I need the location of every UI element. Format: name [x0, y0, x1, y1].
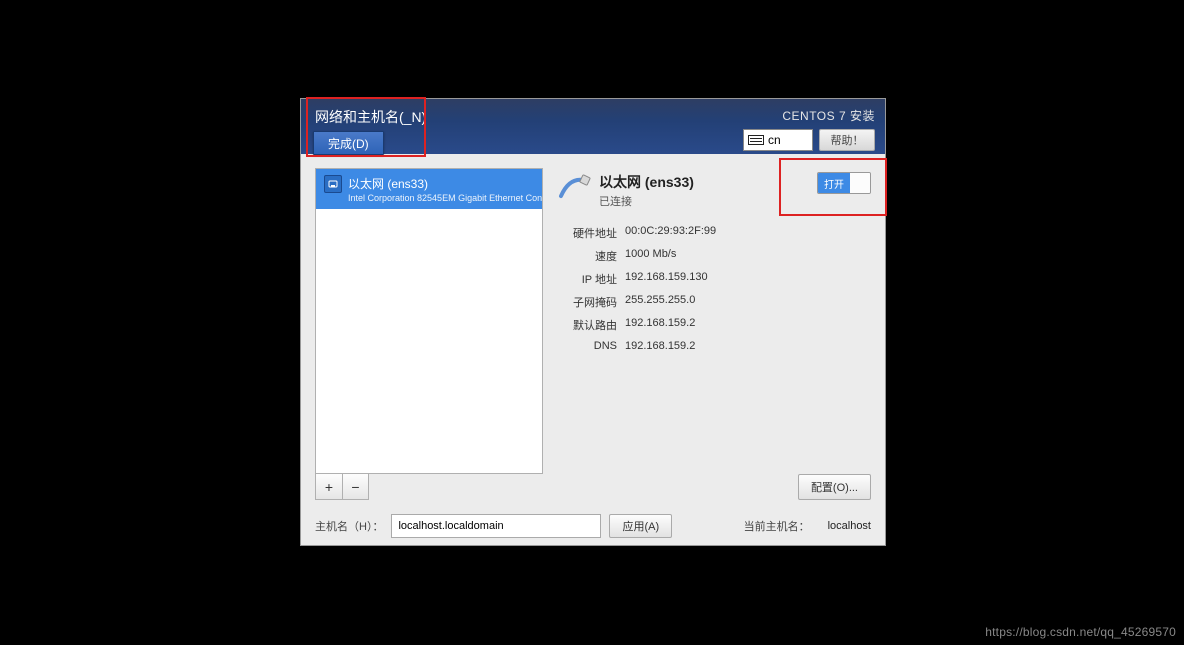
footer-bar: 主机名（H）： 应用(A) 当前主机名： localhost — [301, 500, 885, 552]
hostname-input[interactable] — [391, 514, 601, 538]
info-value: 192.168.159.2 — [625, 340, 871, 352]
info-label: 默认路由 — [557, 317, 617, 333]
info-value: 192.168.159.2 — [625, 317, 871, 333]
current-hostname-label: 当前主机名： — [744, 518, 810, 534]
nic-list-item[interactable]: 以太网 (ens33) Intel Corporation 82545EM Gi… — [316, 169, 542, 209]
current-hostname-value: localhost — [828, 520, 871, 532]
header-right: CENTOS 7 安装 cn 帮助！ — [743, 105, 875, 154]
header-bar: 网络和主机名(_N) 完成(D) CENTOS 7 安装 cn 帮助！ — [301, 99, 885, 154]
detail-title: 以太网 (ens33) — [599, 172, 694, 192]
hostname-label: 主机名（H）： — [315, 518, 383, 534]
watermark-text: https://blog.csdn.net/qq_45269570 — [985, 625, 1176, 639]
detail-header-text: 以太网 (ens33) 已连接 — [599, 172, 694, 209]
ethernet-icon — [324, 175, 342, 193]
nic-list-panel: 以太网 (ens33) Intel Corporation 82545EM Gi… — [315, 168, 543, 500]
nic-item-text: 以太网 (ens33) Intel Corporation 82545EM Gi… — [348, 175, 543, 203]
info-value: 00:0C:29:93:2F:99 — [625, 225, 871, 241]
configure-button[interactable]: 配置(O)... — [798, 474, 871, 500]
header-left: 网络和主机名(_N) 完成(D) — [311, 105, 426, 154]
keyboard-layout-selector[interactable]: cn — [743, 129, 813, 151]
nic-item-subtitle: Intel Corporation 82545EM Gigabit Ethern… — [348, 193, 543, 203]
nic-item-title: 以太网 (ens33) — [348, 175, 543, 192]
info-label: 速度 — [557, 248, 617, 264]
nic-list-buttons: + − — [315, 474, 369, 500]
add-nic-button[interactable]: + — [316, 474, 342, 499]
info-label: 子网掩码 — [557, 294, 617, 310]
info-label: IP 地址 — [557, 271, 617, 287]
info-grid: 硬件地址 00:0C:29:93:2F:99 速度 1000 Mb/s IP 地… — [557, 225, 871, 352]
apply-button[interactable]: 应用(A) — [609, 514, 672, 538]
content-area: 以太网 (ens33) Intel Corporation 82545EM Gi… — [301, 154, 885, 500]
header-right-row: cn 帮助！ — [743, 129, 875, 151]
info-label: DNS — [557, 340, 617, 352]
keyboard-icon — [748, 135, 764, 145]
remove-nic-button[interactable]: − — [342, 474, 368, 499]
help-button[interactable]: 帮助！ — [819, 129, 875, 151]
toggle-on-label: 打开 — [818, 173, 850, 193]
done-button[interactable]: 完成(D) — [313, 131, 384, 155]
info-value: 1000 Mb/s — [625, 248, 871, 264]
info-value: 192.168.159.130 — [625, 271, 871, 287]
info-label: 硬件地址 — [557, 225, 617, 241]
installer-title: CENTOS 7 安装 — [743, 107, 875, 124]
language-code: cn — [768, 133, 781, 147]
nic-detail-panel: 以太网 (ens33) 已连接 硬件地址 00:0C:29:93:2F:99 速… — [557, 168, 871, 500]
network-settings-window: 网络和主机名(_N) 完成(D) CENTOS 7 安装 cn 帮助！ — [300, 98, 886, 546]
page-title: 网络和主机名(_N) — [311, 105, 426, 127]
nic-list: 以太网 (ens33) Intel Corporation 82545EM Gi… — [315, 168, 543, 474]
network-cable-icon — [557, 172, 591, 202]
toggle-wrap: 打开 — [817, 172, 871, 194]
connection-toggle[interactable]: 打开 — [817, 172, 871, 194]
detail-status: 已连接 — [599, 193, 694, 209]
info-value: 255.255.255.0 — [625, 294, 871, 310]
toggle-handle — [850, 173, 870, 193]
